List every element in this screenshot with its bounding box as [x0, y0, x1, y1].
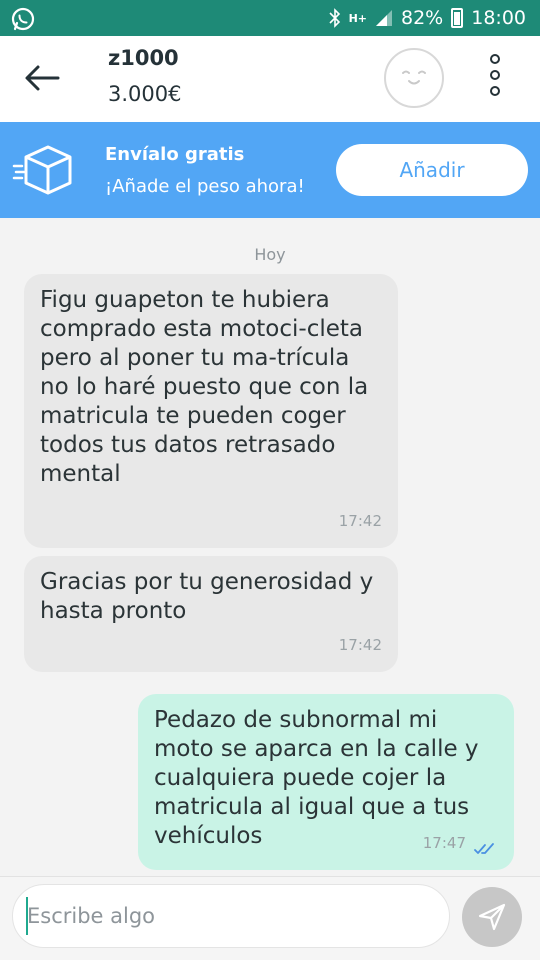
listing-price: 3.000€ — [108, 82, 182, 106]
message-time: 17:42 — [338, 512, 382, 530]
message-bubble-incoming: Figu guapeton te hubiera comprado esta m… — [24, 274, 398, 548]
banner-title: Envíalo gratis — [105, 144, 245, 165]
chat-header: z1000 3.000€ — [0, 36, 540, 122]
more-vertical-icon[interactable] — [486, 54, 504, 104]
whatsapp-icon — [11, 7, 35, 31]
text-caret — [26, 897, 28, 935]
message-input[interactable] — [12, 884, 450, 948]
battery-icon — [451, 8, 464, 28]
message-bubble-outgoing: Pedazo de subnormal mi moto se aparca en… — [138, 694, 514, 870]
double-check-icon — [474, 843, 494, 854]
bluetooth-icon — [328, 8, 340, 28]
avatar[interactable] — [384, 48, 444, 108]
banner-subtitle: ¡Añade el peso ahora! — [105, 176, 305, 197]
shipping-banner: Envíalo gratis ¡Añade el peso ahora! Aña… — [0, 122, 540, 218]
message-composer — [0, 876, 540, 960]
message-text: Gracias por tu generosidad y hasta pront… — [40, 569, 374, 624]
battery-percent: 82% — [401, 7, 444, 29]
message-text: Figu guapeton te hubiera comprado esta m… — [40, 287, 369, 487]
day-separator: Hoy — [254, 245, 286, 264]
send-button[interactable] — [462, 887, 522, 947]
signal-icon — [376, 10, 392, 26]
message-bubble-incoming: Gracias por tu generosidad y hasta pront… — [24, 556, 398, 672]
network-type-label: H+ — [348, 11, 367, 25]
listing-title[interactable]: z1000 — [108, 46, 179, 70]
back-arrow-icon[interactable] — [22, 60, 62, 96]
package-box-icon — [12, 145, 72, 195]
clock: 18:00 — [471, 7, 526, 29]
status-bar: H+ 82% 18:00 — [0, 0, 540, 36]
message-time: 17:47 — [422, 834, 466, 852]
send-icon — [478, 903, 506, 931]
smiley-face-icon — [402, 70, 426, 85]
message-time: 17:42 — [338, 636, 382, 654]
add-weight-button[interactable]: Añadir — [336, 144, 528, 196]
